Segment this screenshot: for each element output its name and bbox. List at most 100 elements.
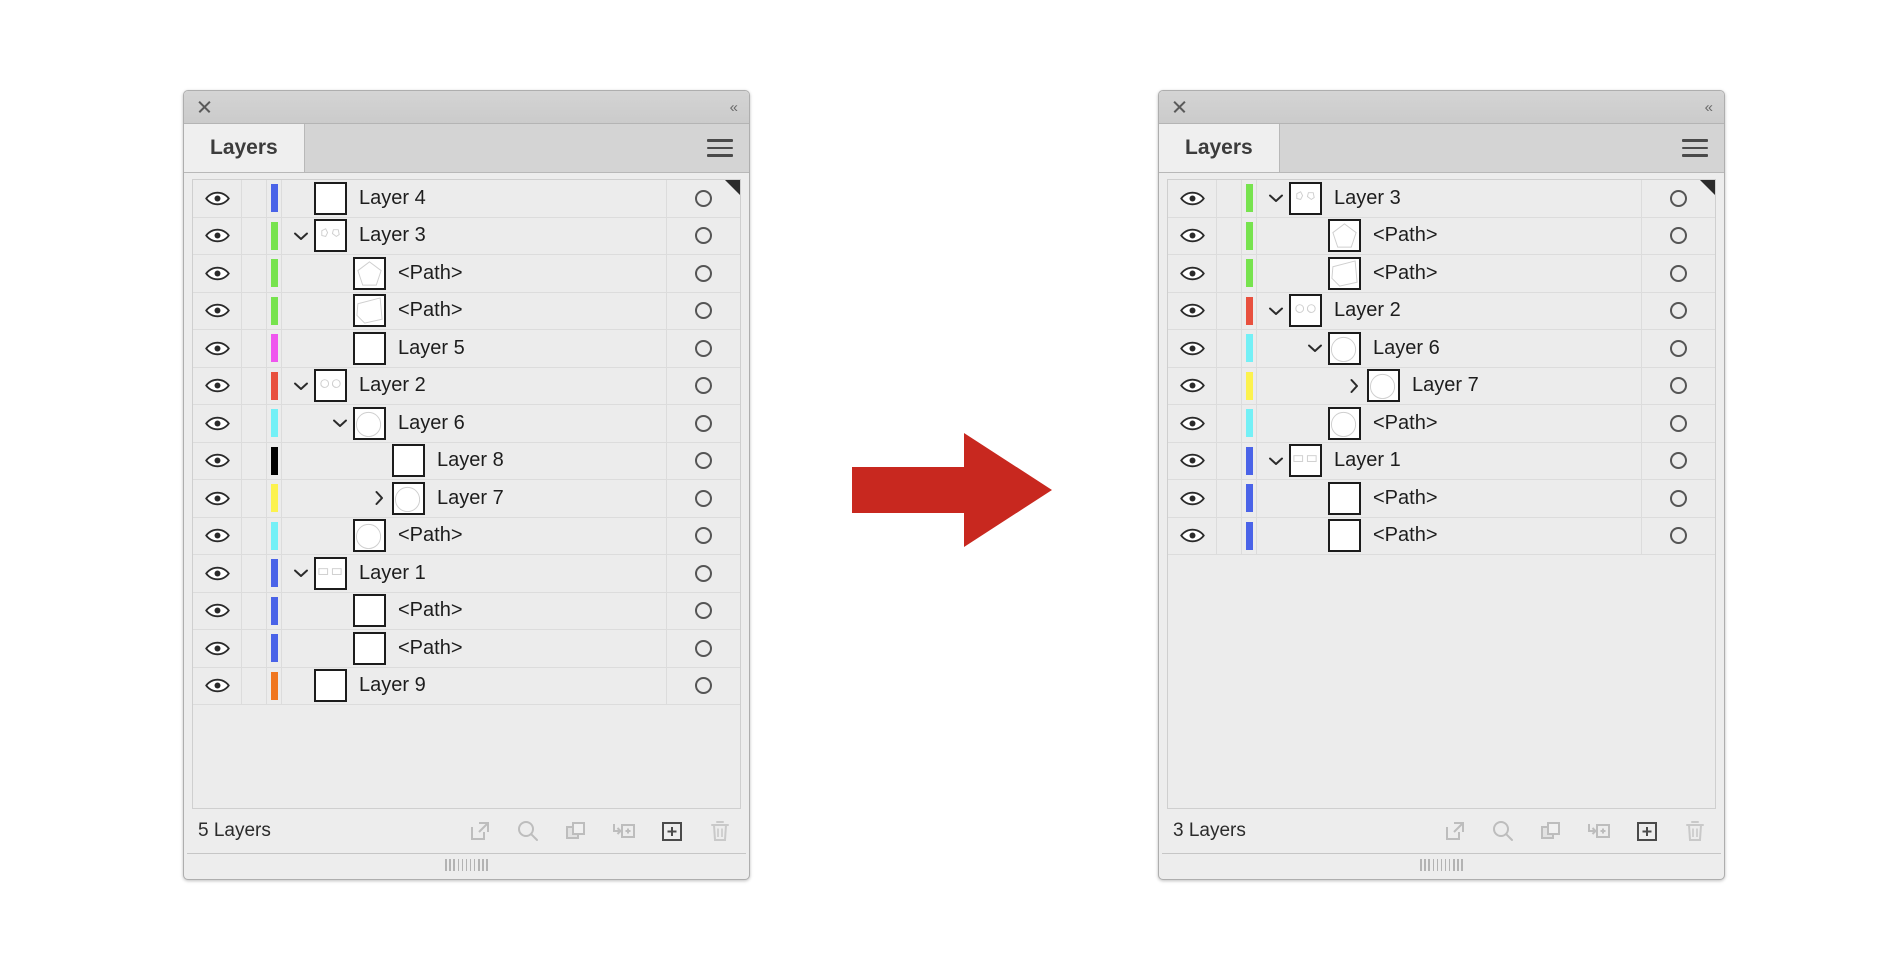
visibility-toggle[interactable]: [193, 217, 242, 254]
layer-row[interactable]: <Path>: [1168, 480, 1715, 518]
visibility-toggle[interactable]: [1168, 217, 1217, 254]
visibility-toggle[interactable]: [193, 255, 242, 292]
lock-toggle[interactable]: [1217, 480, 1242, 517]
lock-toggle[interactable]: [242, 442, 267, 479]
visibility-toggle[interactable]: [1168, 442, 1217, 479]
layer-name-label[interactable]: Layer 6: [398, 412, 465, 435]
layer-name-label[interactable]: Layer 7: [437, 487, 504, 510]
lock-toggle[interactable]: [242, 180, 267, 217]
layer-name-label[interactable]: <Path>: [398, 599, 463, 622]
visibility-toggle[interactable]: [1168, 330, 1217, 367]
target-selection-toggle[interactable]: [1642, 330, 1715, 367]
visibility-toggle[interactable]: [1168, 480, 1217, 517]
target-selection-toggle[interactable]: [667, 593, 740, 630]
layer-row[interactable]: Layer 6: [1168, 330, 1715, 368]
collect-in-new-layer-icon[interactable]: [611, 818, 637, 844]
target-selection-toggle[interactable]: [667, 518, 740, 555]
visibility-toggle[interactable]: [193, 292, 242, 329]
target-selection-toggle[interactable]: [667, 255, 740, 292]
visibility-toggle[interactable]: [193, 442, 242, 479]
layer-name-label[interactable]: Layer 6: [1373, 337, 1440, 360]
chevron-down-icon[interactable]: [288, 226, 314, 246]
target-selection-toggle[interactable]: [667, 443, 740, 480]
visibility-toggle[interactable]: [193, 330, 242, 367]
target-selection-toggle[interactable]: [1642, 293, 1715, 330]
lock-toggle[interactable]: [242, 367, 267, 404]
layer-name-label[interactable]: <Path>: [1373, 262, 1438, 285]
target-selection-toggle[interactable]: [1642, 405, 1715, 442]
chevron-down-icon[interactable]: [1263, 301, 1289, 321]
layer-name-label[interactable]: <Path>: [1373, 487, 1438, 510]
target-selection-toggle[interactable]: [667, 668, 740, 705]
chevron-down-icon[interactable]: [1263, 188, 1289, 208]
delete-selection-icon[interactable]: [707, 818, 733, 844]
release-to-layers-icon[interactable]: [1442, 818, 1468, 844]
layer-row[interactable]: Layer 2: [1168, 292, 1715, 330]
layer-name-label[interactable]: Layer 8: [437, 449, 504, 472]
layer-name-label[interactable]: Layer 3: [1334, 187, 1401, 210]
target-selection-toggle[interactable]: [667, 405, 740, 442]
target-selection-toggle[interactable]: [1642, 218, 1715, 255]
layer-row[interactable]: Layer 4: [193, 180, 740, 218]
visibility-toggle[interactable]: [193, 367, 242, 404]
lock-toggle[interactable]: [1217, 217, 1242, 254]
close-icon[interactable]: [196, 99, 212, 115]
close-icon[interactable]: [1171, 99, 1187, 115]
panel-menu-icon[interactable]: [1682, 139, 1708, 157]
visibility-toggle[interactable]: [193, 555, 242, 592]
lock-toggle[interactable]: [242, 217, 267, 254]
lock-toggle[interactable]: [242, 255, 267, 292]
visibility-toggle[interactable]: [193, 592, 242, 629]
target-selection-toggle[interactable]: [1642, 443, 1715, 480]
layer-name-label[interactable]: Layer 4: [359, 187, 426, 210]
tab-layers[interactable]: Layers: [184, 124, 305, 172]
layer-name-label[interactable]: Layer 1: [1334, 449, 1401, 472]
layer-name-label[interactable]: <Path>: [398, 299, 463, 322]
target-selection-toggle[interactable]: [1642, 518, 1715, 555]
layer-name-label[interactable]: <Path>: [1373, 524, 1438, 547]
target-selection-toggle[interactable]: [667, 218, 740, 255]
layer-name-label[interactable]: Layer 2: [1334, 299, 1401, 322]
target-selection-toggle[interactable]: [667, 293, 740, 330]
lock-toggle[interactable]: [242, 517, 267, 554]
layer-name-label[interactable]: <Path>: [1373, 412, 1438, 435]
layer-name-label[interactable]: Layer 1: [359, 562, 426, 585]
target-selection-toggle[interactable]: [667, 630, 740, 667]
layer-name-label[interactable]: <Path>: [398, 637, 463, 660]
layer-name-label[interactable]: Layer 5: [398, 337, 465, 360]
layer-row[interactable]: Layer 9: [193, 667, 740, 705]
layer-name-label[interactable]: <Path>: [398, 524, 463, 547]
lock-toggle[interactable]: [1217, 180, 1242, 217]
duplicate-selection-icon[interactable]: [563, 818, 589, 844]
lock-toggle[interactable]: [242, 667, 267, 704]
lock-toggle[interactable]: [242, 292, 267, 329]
locate-object-icon[interactable]: [515, 818, 541, 844]
tab-layers[interactable]: Layers: [1159, 124, 1280, 172]
delete-selection-icon[interactable]: [1682, 818, 1708, 844]
lock-toggle[interactable]: [242, 555, 267, 592]
target-selection-toggle[interactable]: [667, 330, 740, 367]
lock-toggle[interactable]: [242, 480, 267, 517]
release-to-layers-icon[interactable]: [467, 818, 493, 844]
visibility-toggle[interactable]: [1168, 405, 1217, 442]
visibility-toggle[interactable]: [1168, 367, 1217, 404]
layer-row[interactable]: <Path>: [1168, 255, 1715, 293]
layer-row[interactable]: <Path>: [193, 255, 740, 293]
layer-row[interactable]: <Path>: [1168, 517, 1715, 555]
layer-name-label[interactable]: Layer 3: [359, 224, 426, 247]
layer-row[interactable]: <Path>: [193, 292, 740, 330]
chevron-down-icon[interactable]: [1263, 451, 1289, 471]
chevron-down-icon[interactable]: [327, 413, 353, 433]
visibility-toggle[interactable]: [1168, 292, 1217, 329]
duplicate-selection-icon[interactable]: [1538, 818, 1564, 844]
visibility-toggle[interactable]: [193, 480, 242, 517]
chevron-down-icon[interactable]: [288, 376, 314, 396]
lock-toggle[interactable]: [242, 630, 267, 667]
lock-toggle[interactable]: [1217, 517, 1242, 554]
lock-toggle[interactable]: [1217, 405, 1242, 442]
target-selection-toggle[interactable]: [667, 480, 740, 517]
lock-toggle[interactable]: [1217, 292, 1242, 329]
collapse-icon[interactable]: «: [1705, 100, 1713, 115]
layer-name-label[interactable]: <Path>: [1373, 224, 1438, 247]
lock-toggle[interactable]: [242, 330, 267, 367]
